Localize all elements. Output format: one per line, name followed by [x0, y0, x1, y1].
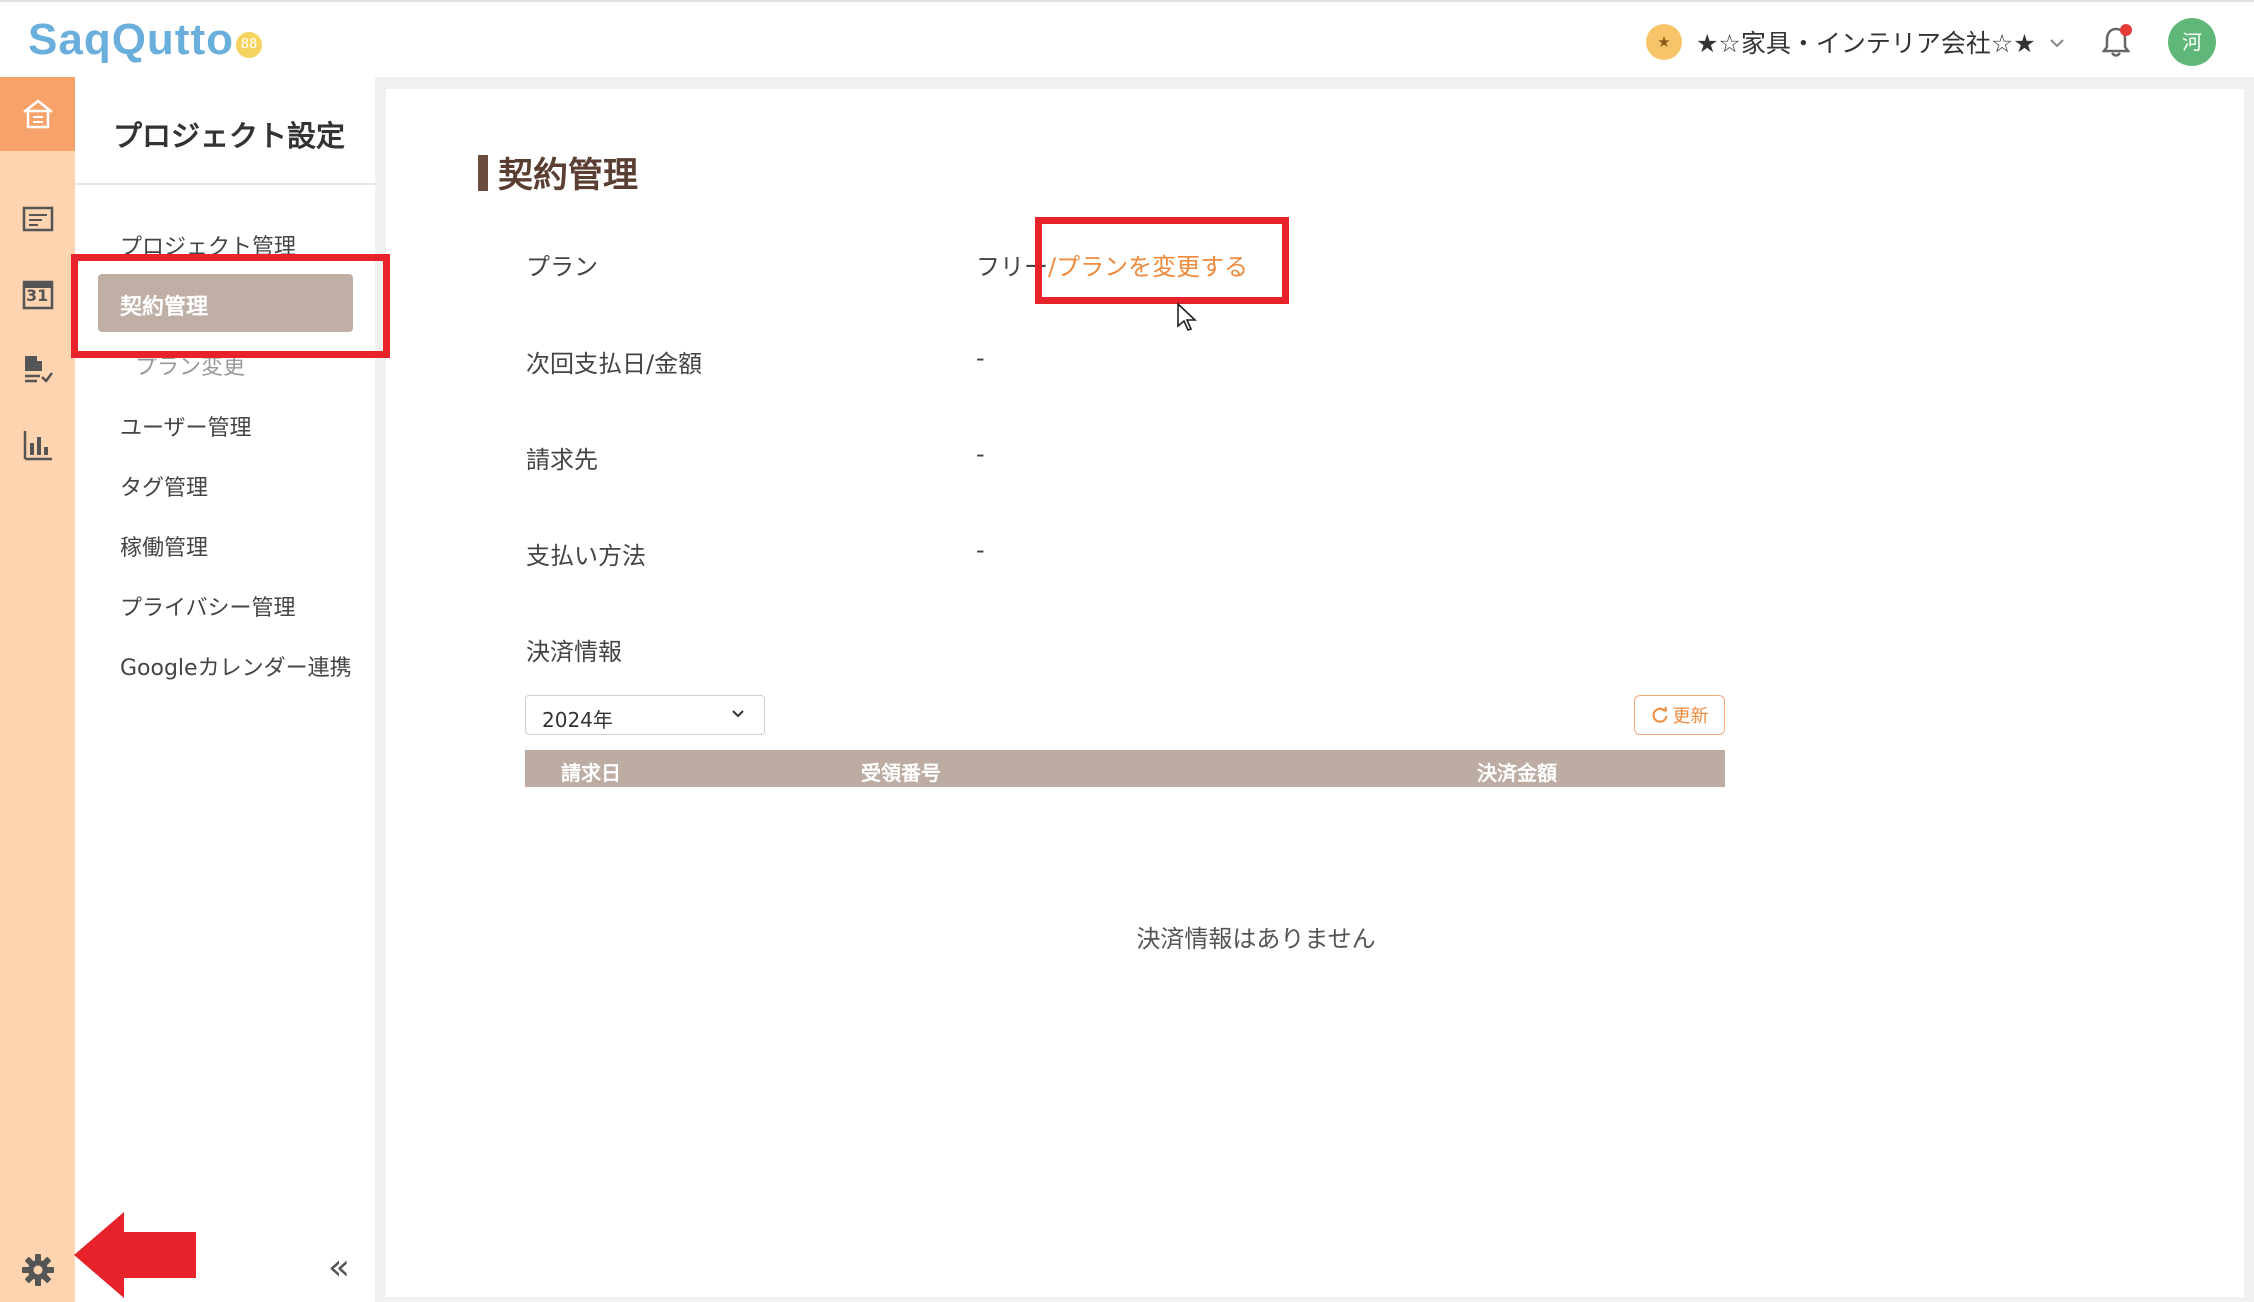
sidebar-item-tags[interactable]: タグ管理 — [120, 470, 208, 502]
billing-to-label: 請求先 — [526, 446, 598, 474]
avatar[interactable]: 河 — [2168, 18, 2216, 66]
app-logo[interactable]: SaqQutto 88 — [28, 12, 262, 68]
sidebar-item-privacy[interactable]: プライバシー管理 — [120, 590, 296, 622]
annotation-arrow — [74, 1212, 196, 1298]
sidebar-divider — [75, 183, 375, 185]
icon-rail: 31 — [0, 77, 75, 1302]
chevron-down-icon — [730, 706, 746, 726]
rail-settings[interactable] — [0, 1245, 75, 1295]
next-payment-value: - — [976, 344, 985, 372]
billing-to-value: - — [976, 440, 985, 468]
refresh-label: 更新 — [1672, 706, 1709, 727]
mouse-cursor-icon — [1177, 302, 1198, 331]
refresh-button[interactable]: 更新 — [1634, 695, 1725, 735]
task-list-icon — [22, 206, 53, 232]
column-billing-date: 請求日 — [561, 761, 621, 785]
rail-home[interactable] — [0, 77, 75, 151]
notification-bell[interactable] — [2098, 24, 2134, 60]
plan-label: プラン — [526, 253, 598, 281]
company-icon: ★ — [1646, 24, 1682, 60]
title-accent-bar — [478, 154, 488, 191]
chevron-down-icon — [2049, 32, 2064, 53]
payment-info-heading: 決済情報 — [526, 638, 622, 666]
logo-text: SaqQutto — [28, 15, 234, 64]
rail-documents[interactable] — [0, 339, 75, 399]
next-payment-label: 次回支払日/金額 — [526, 350, 703, 378]
company-name: ★☆家具・インテリア会社☆★ — [1696, 29, 2036, 58]
rail-tasks[interactable] — [0, 189, 75, 249]
logo-badge: 88 — [235, 32, 262, 58]
rail-calendar[interactable]: 31 — [0, 264, 75, 324]
sidebar-title: プロジェクト設定 — [113, 119, 346, 153]
sidebar-item-operations[interactable]: 稼働管理 — [120, 530, 208, 562]
refresh-icon — [1652, 706, 1667, 723]
payments-table-header: 請求日 受領番号 決済金額 — [525, 750, 1725, 787]
calendar-day: 31 — [26, 286, 49, 305]
empty-state-message: 決済情報はありません — [1136, 925, 1376, 953]
page-title: 契約管理 — [478, 147, 638, 198]
collapse-sidebar-button[interactable]: « — [328, 1247, 350, 1288]
home-icon — [22, 99, 53, 129]
document-check-icon — [24, 356, 53, 383]
main-content: 契約管理 プラン フリー/プランを変更する 次回支払日/金額 - 請求先 - 支… — [386, 89, 2244, 1297]
company-switcher[interactable]: ★ ★☆家具・インテリア会社☆★ — [1646, 24, 2064, 60]
page-title-text: 契約管理 — [498, 156, 639, 196]
year-select[interactable]: 2024年 — [525, 695, 765, 735]
column-receipt-number: 受領番号 — [861, 761, 941, 785]
payment-method-value: - — [976, 536, 985, 564]
gear-icon — [21, 1254, 54, 1286]
annotation-highlight-contract — [71, 254, 390, 358]
sidebar-item-users[interactable]: ユーザー管理 — [120, 410, 252, 442]
year-select-value: 2024年 — [542, 708, 613, 732]
top-header: SaqQutto 88 ★ ★☆家具・インテリア会社☆★ 河 — [0, 0, 2254, 77]
bar-chart-icon — [23, 431, 52, 461]
rail-analytics[interactable] — [0, 415, 75, 475]
payment-method-label: 支払い方法 — [526, 542, 646, 570]
annotation-highlight-change-plan — [1035, 217, 1289, 304]
sidebar-item-google-calendar[interactable]: Googleカレンダー連携 — [120, 650, 352, 682]
notification-dot — [2120, 24, 2132, 36]
column-payment-amount: 決済金額 — [1477, 761, 1557, 785]
